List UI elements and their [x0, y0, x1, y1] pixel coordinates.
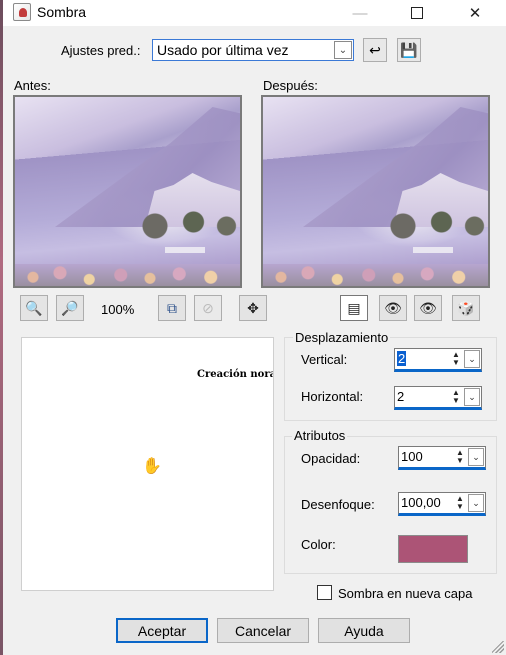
- blur-value[interactable]: 100,00: [401, 495, 441, 510]
- resize-grip-icon[interactable]: [492, 641, 504, 653]
- chevron-down-icon[interactable]: ⌄: [464, 350, 480, 368]
- color-label: Color:: [301, 537, 336, 552]
- before-label: Antes:: [14, 78, 51, 93]
- horizontal-label: Horizontal:: [301, 389, 364, 404]
- randomize-button[interactable]: 🎲: [452, 295, 480, 321]
- proof-icon: 👁: [384, 299, 402, 316]
- fit-button[interactable]: ⧉: [158, 295, 186, 321]
- chevron-down-icon[interactable]: ⌄: [334, 41, 352, 59]
- new-layer-checkbox[interactable]: [317, 585, 332, 600]
- randomize-icon: 🎲: [457, 299, 475, 316]
- canvas-text: Creación norai: [197, 369, 274, 380]
- reset-button[interactable]: ↩: [363, 38, 387, 62]
- background-window-edge: [0, 0, 3, 655]
- move-icon: ✥: [247, 299, 259, 316]
- opacity-label: Opacidad:: [301, 451, 361, 466]
- save-icon: 💾: [400, 41, 418, 58]
- chevron-down-icon[interactable]: ⌄: [464, 388, 480, 406]
- zoom-out-button[interactable]: 🔍: [20, 295, 48, 321]
- reset-icon: ↩: [369, 41, 381, 58]
- horizontal-value[interactable]: 2: [397, 389, 404, 404]
- auto-proof-icon: 👁: [419, 299, 437, 316]
- after-preview[interactable]: [261, 95, 490, 288]
- auto-proof-button[interactable]: 👁: [414, 295, 442, 321]
- offset-group-title: Desplazamiento: [293, 330, 391, 345]
- presets-label: Ajustes pred.:: [61, 43, 141, 58]
- pan-button[interactable]: ✥: [239, 295, 267, 321]
- help-button[interactable]: Ayuda: [318, 618, 410, 643]
- vertical-label: Vertical:: [301, 352, 348, 367]
- presets-value: Usado por última vez: [157, 42, 289, 58]
- chevron-down-icon[interactable]: ⌄: [468, 448, 484, 466]
- opacity-spinner[interactable]: 100 ▲ ▼ ⌄: [398, 446, 486, 470]
- toggle-preview-button[interactable]: ▤: [340, 295, 368, 321]
- cancel-button[interactable]: Cancelar: [217, 618, 309, 643]
- attributes-group-title: Atributos: [292, 428, 348, 443]
- presets-dropdown[interactable]: Usado por última vez ⌄: [152, 39, 354, 61]
- zoom-out-icon: 🔍: [25, 299, 43, 316]
- before-preview[interactable]: [13, 95, 242, 288]
- zoom-in-icon: 🔎: [61, 299, 79, 316]
- close-icon: ✕: [468, 5, 482, 22]
- proof-icon: ▤: [347, 299, 361, 316]
- zoom-in-button[interactable]: 🔎: [56, 295, 84, 321]
- maximize-icon: [411, 7, 423, 19]
- zoom-level: 100%: [101, 302, 135, 317]
- vertical-spinner[interactable]: 2 ▲ ▼ ⌄: [394, 348, 482, 372]
- proof-button[interactable]: 👁: [379, 295, 407, 321]
- color-swatch[interactable]: [398, 535, 468, 563]
- spin-up-down-icon[interactable]: ▲ ▼: [449, 389, 463, 406]
- after-label: Después:: [263, 78, 318, 93]
- close-button[interactable]: ✕: [452, 0, 498, 26]
- minimize-button[interactable]: —: [337, 0, 383, 26]
- chevron-down-icon[interactable]: ⌄: [468, 494, 484, 512]
- horizontal-spinner[interactable]: 2 ▲ ▼ ⌄: [394, 386, 482, 410]
- maximize-button[interactable]: [394, 0, 440, 26]
- ok-button[interactable]: Aceptar: [116, 618, 208, 643]
- save-preset-button[interactable]: 💾: [397, 38, 421, 62]
- app-icon: [13, 3, 31, 21]
- fit-icon: ⧉: [167, 299, 177, 316]
- vertical-value[interactable]: 2: [397, 351, 407, 366]
- image-canvas[interactable]: Creación norai ✋: [21, 337, 274, 591]
- spin-up-down-icon[interactable]: ▲ ▼: [453, 449, 467, 466]
- spin-up-down-icon[interactable]: ▲ ▼: [453, 495, 467, 512]
- hide-preview-button: ⊘: [194, 295, 222, 321]
- window-title: Sombra: [37, 4, 87, 20]
- opacity-value[interactable]: 100: [401, 449, 423, 464]
- cursor-icon: ✋: [142, 458, 162, 475]
- blur-label: Desenfoque:: [301, 497, 375, 512]
- blur-spinner[interactable]: 100,00 ▲ ▼ ⌄: [398, 492, 486, 516]
- new-layer-label: Sombra en nueva capa: [338, 586, 473, 601]
- spin-up-down-icon[interactable]: ▲ ▼: [449, 351, 463, 368]
- hide-icon: ⊘: [202, 299, 214, 316]
- minimize-icon: —: [352, 4, 368, 22]
